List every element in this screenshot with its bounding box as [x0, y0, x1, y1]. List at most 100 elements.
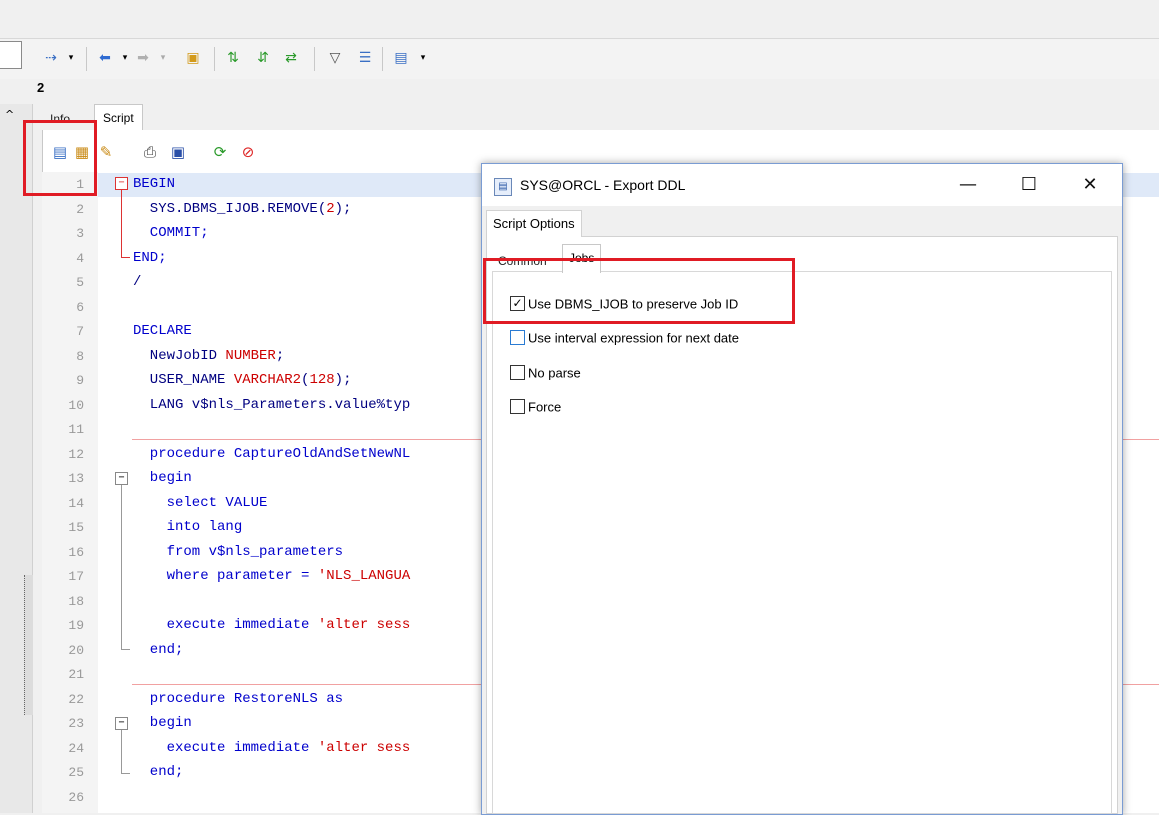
- cancel-icon[interactable]: ⊘: [238, 142, 258, 162]
- code-line: begin: [133, 470, 192, 486]
- fold-toggle-icon[interactable]: −: [115, 472, 128, 485]
- line-number: 14: [68, 496, 84, 511]
- fold-guide: [121, 257, 130, 258]
- tree-icon[interactable]: ⇵: [254, 49, 272, 67]
- code-token: execute immediate: [133, 740, 318, 756]
- line-number: 8: [76, 349, 84, 364]
- option-force[interactable]: Force: [510, 398, 561, 418]
- fold-toggle-icon[interactable]: −: [115, 717, 128, 730]
- fold-guide: [121, 485, 122, 649]
- highlight-box-jobs-option: [483, 258, 795, 324]
- code-line: select VALUE: [133, 495, 268, 511]
- main-toolbar: ⇢ ▾ ⬅ ▾ ➡ ▾ ▣ ⇅ ⇵ ⇄ ▽ ☰ ▤ ▾: [0, 38, 1159, 79]
- line-number: 4: [76, 251, 84, 266]
- jobs-options-panel: [492, 271, 1112, 814]
- code-token: execute immediate: [133, 617, 318, 633]
- code-line: DECLARE: [133, 323, 192, 339]
- left-scrollbar[interactable]: [24, 575, 33, 715]
- code-token: where parameter =: [133, 568, 318, 584]
- code-line: begin: [133, 715, 192, 731]
- line-number: 22: [68, 692, 84, 707]
- dropdown-arrow-icon[interactable]: ▾: [62, 49, 80, 67]
- line-number: 21: [68, 667, 84, 682]
- refresh-icon[interactable]: ⇅: [224, 49, 242, 67]
- sync-icon[interactable]: ⇄: [282, 49, 300, 67]
- line-number: 10: [68, 398, 84, 413]
- code-token: 'alter sess: [317, 617, 411, 633]
- back-icon[interactable]: ⬅: [96, 49, 114, 67]
- minimize-button[interactable]: —: [948, 172, 988, 198]
- collapse-up-icon[interactable]: ^: [5, 108, 14, 121]
- line-number: 12: [68, 447, 84, 462]
- left-input-box[interactable]: [0, 41, 22, 69]
- line-number: 5: [76, 275, 84, 290]
- fold-guide: [121, 730, 122, 773]
- fold-toggle-icon[interactable]: −: [115, 177, 128, 190]
- print-icon[interactable]: ⎙: [140, 142, 160, 162]
- forward-icon[interactable]: ➡: [134, 49, 152, 67]
- tab-script[interactable]: Script: [94, 104, 143, 131]
- line-number: 2: [76, 202, 84, 217]
- code-line: BEGIN: [133, 176, 176, 192]
- dropdown-arrow-icon[interactable]: ▾: [414, 49, 432, 67]
- toolbar-separator: [214, 47, 215, 71]
- code-token: 2: [326, 201, 335, 217]
- edit-icon[interactable]: ✎: [96, 142, 116, 162]
- line-number: 18: [68, 594, 84, 609]
- toolbar-separator: [86, 47, 87, 71]
- line-number: 26: [68, 790, 84, 805]
- line-number: 23: [68, 716, 84, 731]
- line-number: 11: [68, 422, 84, 437]
- code-token: SYS.DBMS_IJOB.REMOVE(: [133, 201, 327, 217]
- code-line: LANG v$nls_Parameters.value%typ: [133, 397, 411, 413]
- arrow-filter-icon[interactable]: ⇢: [42, 49, 60, 67]
- code-token: );: [334, 372, 352, 388]
- checkbox[interactable]: [510, 365, 525, 381]
- app-window-icon: ▤: [494, 178, 512, 196]
- toolbar-separator: [314, 47, 315, 71]
- line-number: 25: [68, 765, 84, 780]
- list-icon[interactable]: ☰: [356, 49, 374, 67]
- window-icon[interactable]: ▤: [392, 49, 410, 67]
- line-number: 7: [76, 324, 84, 339]
- dropdown-arrow-icon[interactable]: ▾: [116, 49, 134, 67]
- code-line: NewJobID NUMBER;: [133, 348, 284, 364]
- tab-script-options[interactable]: Script Options: [486, 210, 582, 237]
- code-line: COMMIT;: [133, 225, 209, 241]
- checkbox[interactable]: [510, 330, 525, 346]
- maximize-button[interactable]: ☐: [1009, 172, 1049, 198]
- checkbox[interactable]: [510, 399, 525, 415]
- code-token: USER_NAME: [133, 372, 234, 388]
- option-use-interval-expression[interactable]: Use interval expression for next date: [510, 329, 739, 349]
- line-number: 16: [68, 545, 84, 560]
- code-token: 128: [309, 372, 335, 388]
- code-line: SYS.DBMS_IJOB.REMOVE(2);: [133, 201, 352, 217]
- line-number: 13: [68, 471, 84, 486]
- folder-icon[interactable]: ▣: [184, 49, 202, 67]
- refresh-icon[interactable]: ⟳: [210, 142, 230, 162]
- dialog-title: SYS@ORCL - Export DDL: [520, 177, 686, 193]
- option-label: Force: [528, 399, 562, 415]
- code-token: ;: [275, 348, 285, 364]
- code-line: execute immediate 'alter sess: [133, 740, 411, 756]
- code-line: where parameter = 'NLS_LANGUA: [133, 568, 411, 584]
- highlight-box-export-icon: [23, 120, 97, 196]
- fold-guide: [121, 773, 130, 774]
- save-icon[interactable]: ▣: [168, 142, 188, 162]
- page-number: 2: [37, 80, 45, 95]
- line-number: 24: [68, 741, 84, 756]
- filter-icon[interactable]: ▽: [326, 49, 344, 67]
- toolbar-separator: [382, 47, 383, 71]
- close-button[interactable]: ✕: [1070, 172, 1110, 198]
- option-no-parse[interactable]: No parse: [510, 364, 581, 384]
- code-line: procedure RestoreNLS as: [133, 691, 344, 707]
- option-label: Use interval expression for next date: [528, 330, 739, 346]
- line-number: 3: [76, 226, 84, 241]
- code-line: execute immediate 'alter sess: [133, 617, 411, 633]
- dropdown-arrow-icon[interactable]: ▾: [154, 49, 172, 67]
- line-number: 19: [68, 618, 84, 633]
- code-token: 'NLS_LANGUA: [317, 568, 411, 584]
- fold-guide: [121, 190, 122, 258]
- code-line: end;: [133, 642, 184, 658]
- code-token: );: [334, 201, 352, 217]
